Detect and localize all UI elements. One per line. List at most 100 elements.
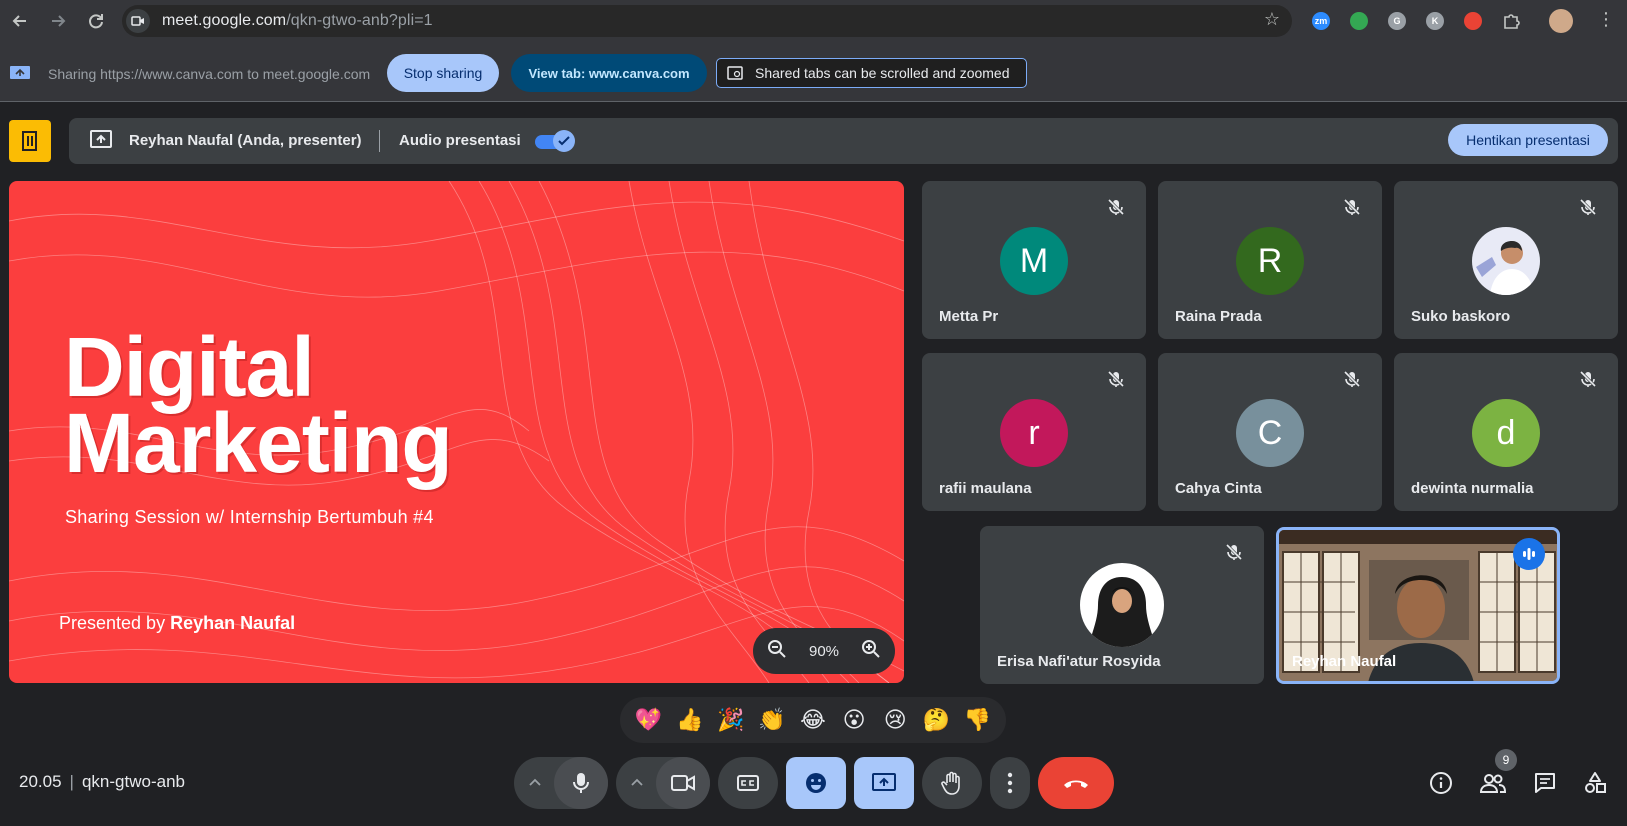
captions-button[interactable] (718, 757, 778, 809)
presenter-bar: Reyhan Naufal (Anda, presenter) Audio pr… (69, 118, 1618, 164)
reaction-emoji-button[interactable]: 😢 (877, 707, 913, 733)
shield-extension-icon-badge (1464, 12, 1482, 30)
slide-subtitle: Sharing Session w/ Internship Bertumbuh … (65, 507, 434, 527)
chat-button[interactable] (1529, 767, 1561, 799)
reload-icon[interactable] (78, 3, 114, 39)
camera-options-chevron-icon[interactable] (630, 774, 644, 792)
participant-name: dewinta nurmalia (1411, 480, 1534, 497)
reaction-emoji-button[interactable]: 💖 (631, 707, 667, 733)
camera-icon (671, 775, 695, 791)
site-info-icon[interactable] (126, 9, 150, 33)
raise-hand-button[interactable] (922, 757, 982, 809)
scroll-zoom-info-chip: Shared tabs can be scrolled and zoomed (716, 58, 1027, 88)
activities-button[interactable] (1579, 767, 1611, 799)
browser-menu-icon[interactable]: ⋮ (1597, 10, 1615, 28)
self-video-tile[interactable]: Reyhan Naufal (1276, 527, 1560, 684)
sheets-extension-icon[interactable] (1344, 6, 1374, 36)
avatar: r (1000, 399, 1068, 467)
mic-muted-icon (1338, 365, 1366, 393)
presenter-divider (379, 130, 380, 152)
participant-tile[interactable]: R Raina Prada (1158, 181, 1382, 339)
people-count-badge: 9 (1495, 749, 1517, 771)
participant-tile[interactable]: M Metta Pr (922, 181, 1146, 339)
grammarly-extension-icon[interactable]: G (1382, 6, 1412, 36)
mic-muted-icon (1102, 365, 1130, 393)
participant-name: rafii maulana (939, 480, 1032, 497)
participant-name: Suko baskoro (1411, 308, 1511, 325)
mic-muted-icon (1338, 193, 1366, 221)
reaction-emoji-button[interactable]: 👎 (959, 707, 995, 733)
extensions-row: zm G K (1306, 6, 1526, 36)
forward-arrow-icon[interactable] (40, 3, 76, 39)
captions-icon (737, 775, 759, 791)
participant-name: Reyhan Naufal (1292, 653, 1397, 670)
slide-title-line2: Marketing (64, 396, 453, 490)
mic-muted-icon (1220, 538, 1248, 566)
slide-zoom-control: 90% (753, 628, 895, 674)
extensions-puzzle-icon[interactable] (1496, 6, 1526, 36)
reaction-emoji-button[interactable]: 👏 (754, 707, 790, 733)
participant-tile[interactable]: r rafii maulana (922, 353, 1146, 511)
raise-hand-icon (941, 771, 960, 795)
shield-extension-icon[interactable] (1458, 6, 1488, 36)
present-now-button[interactable] (854, 757, 914, 809)
reaction-emoji-button[interactable]: 🎉 (713, 707, 749, 733)
meeting-time: 20.05 (19, 772, 62, 791)
microphone-button[interactable] (554, 757, 608, 809)
avatar-photo (1472, 227, 1540, 295)
send-reaction-button[interactable] (786, 757, 846, 809)
present-screen-icon (872, 773, 896, 791)
avatar-photo (1080, 563, 1164, 647)
reactions-bar: 💖 👍 🎉 👏 😂 😮 😢 🤔 👎 (620, 697, 1006, 743)
reaction-emoji-button[interactable]: 😂 (795, 707, 831, 733)
stop-sharing-button[interactable]: Stop sharing (387, 54, 499, 92)
participant-tile[interactable]: Suko baskoro (1394, 181, 1618, 339)
avatar: C (1236, 399, 1304, 467)
participant-tile[interactable]: Erisa Nafi'atur Rosyida (980, 526, 1264, 684)
tab-info-icon (727, 66, 743, 80)
reaction-emoji-button[interactable]: 😮 (836, 707, 872, 733)
hang-up-icon (1064, 780, 1088, 788)
bookmark-star-icon[interactable]: ☆ (1264, 9, 1280, 30)
profile-avatar[interactable] (1549, 9, 1573, 33)
participant-tile[interactable]: C Cahya Cinta (1158, 353, 1382, 511)
mic-muted-icon (1574, 365, 1602, 393)
k-extension-icon-badge: K (1426, 12, 1444, 30)
zoom-extension-icon[interactable]: zm (1306, 6, 1336, 36)
meet-logo-icon (9, 120, 51, 162)
view-tab-button[interactable]: View tab: www.canva.com (511, 54, 707, 92)
people-button[interactable] (1477, 767, 1509, 799)
reaction-emoji-button[interactable]: 👍 (672, 707, 708, 733)
leave-call-button[interactable] (1038, 757, 1114, 809)
reaction-emoji-button[interactable]: 🤔 (918, 707, 954, 733)
speaking-indicator-icon (1513, 538, 1545, 570)
screen-share-icon (9, 64, 31, 87)
participant-name: Raina Prada (1175, 308, 1262, 325)
mic-options-chevron-icon[interactable] (528, 774, 542, 792)
browser-toolbar: meet.google.com/qkn-gtwo-anb?pli=1 ☆ zm G… (0, 0, 1627, 42)
zoom-out-icon[interactable] (767, 639, 787, 664)
avatar: d (1472, 399, 1540, 467)
k-extension-icon[interactable]: K (1420, 6, 1450, 36)
participant-tile[interactable]: d dewinta nurmalia (1394, 353, 1618, 511)
audio-presentation-label: Audio presentasi (399, 132, 521, 149)
shared-slide[interactable]: Digital Marketing Sharing Session w/ Int… (9, 181, 904, 683)
zoom-in-icon[interactable] (861, 639, 881, 664)
info-icon (1430, 772, 1452, 794)
camera-button[interactable] (656, 757, 710, 809)
meeting-info-divider: | (69, 772, 74, 791)
meeting-info: 20.05 | qkn-gtwo-anb (19, 772, 185, 792)
audio-presentation-toggle[interactable] (535, 130, 575, 152)
zoom-extension-icon-badge: zm (1312, 12, 1330, 30)
slide-title-line1: Digital (64, 320, 315, 414)
emoji-smile-icon (806, 773, 826, 793)
url-text: meet.google.com/qkn-gtwo-anb?pli=1 (162, 12, 433, 30)
address-bar[interactable]: meet.google.com/qkn-gtwo-anb?pli=1 ☆ (122, 5, 1292, 37)
meeting-code: qkn-gtwo-anb (81, 772, 185, 791)
slide-presented-by: Presented by Reyhan Naufal (59, 613, 295, 634)
more-options-button[interactable] (990, 757, 1030, 809)
stop-presenting-button[interactable]: Hentikan presentasi (1448, 124, 1608, 156)
back-arrow-icon[interactable] (2, 3, 38, 39)
meeting-details-button[interactable] (1425, 767, 1457, 799)
info-chip-label: Shared tabs can be scrolled and zoomed (755, 65, 1010, 81)
